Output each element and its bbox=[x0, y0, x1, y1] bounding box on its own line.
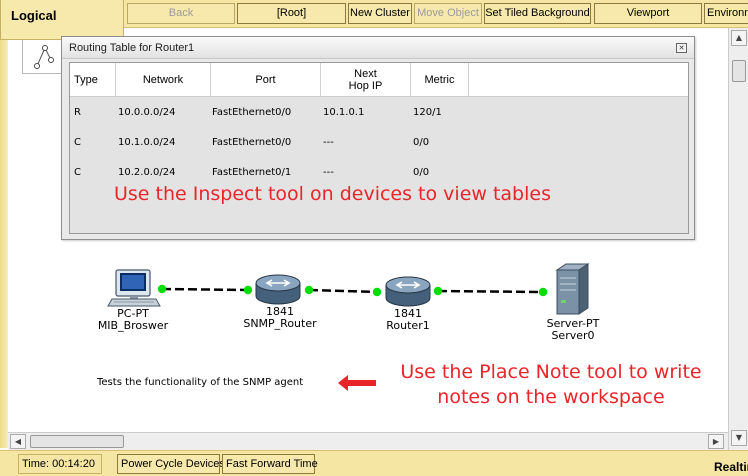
cell-type: C bbox=[74, 167, 81, 178]
bottom-toolbar: Time: 00:14:20 Power Cycle Devices Fast … bbox=[0, 450, 748, 476]
device-label-server: Server-PT Server0 bbox=[538, 318, 608, 342]
red-arrow-icon bbox=[338, 375, 376, 391]
table-body: R 10.0.0.0/24 FastEthernet0/0 10.1.0.1 1… bbox=[70, 97, 688, 233]
cell-port: FastEthernet0/0 bbox=[212, 137, 292, 148]
window-titlebar[interactable]: Routing Table for Router1 ✕ bbox=[62, 37, 694, 59]
column-header-metric[interactable]: Metric bbox=[411, 63, 469, 97]
scroll-down-arrow-icon[interactable]: ▼ bbox=[731, 430, 747, 446]
cell-next-hop: --- bbox=[323, 167, 334, 178]
table-row: C 10.1.0.0/24 FastEthernet0/0 --- 0/0 bbox=[70, 134, 688, 154]
scroll-left-arrow-icon[interactable]: ◀ bbox=[10, 434, 26, 449]
close-icon[interactable]: ✕ bbox=[676, 43, 687, 53]
window-title: Routing Table for Router1 bbox=[69, 42, 195, 54]
scroll-right-arrow-icon[interactable]: ▶ bbox=[708, 434, 724, 449]
link-pc-snmp-router bbox=[161, 287, 249, 292]
device-name: Server0 bbox=[551, 329, 595, 342]
table-header: Type Network Port Next Hop IP Metric bbox=[70, 63, 688, 97]
fast-forward-time-button[interactable]: Fast Forward Time bbox=[222, 454, 318, 474]
link-router1-server bbox=[437, 289, 544, 294]
inspect-tool-hint: Use the Inspect tool on devices to view … bbox=[114, 183, 551, 205]
port-status-light bbox=[372, 287, 382, 297]
server-icon[interactable] bbox=[555, 263, 590, 315]
vertical-scrollbar[interactable]: ▲ ▼ bbox=[728, 28, 748, 450]
vertical-scroll-thumb[interactable] bbox=[732, 60, 746, 82]
table-row: R 10.0.0.0/24 FastEthernet0/0 10.1.0.1 1… bbox=[70, 104, 688, 124]
routing-table-window[interactable]: Routing Table for Router1 ✕ Type Network… bbox=[61, 36, 695, 240]
column-header-type[interactable]: Type bbox=[70, 63, 116, 97]
device-label-pc: PC-PT MIB_Broswer bbox=[95, 308, 171, 332]
table-row: C 10.2.0.0/24 FastEthernet0/1 --- 0/0 bbox=[70, 164, 688, 184]
router-icon[interactable] bbox=[385, 276, 431, 307]
cell-port: FastEthernet0/0 bbox=[212, 107, 292, 118]
horizontal-scroll-thumb[interactable] bbox=[30, 435, 124, 448]
cell-type: C bbox=[74, 137, 81, 148]
cell-port: FastEthernet0/1 bbox=[212, 167, 292, 178]
port-status-light bbox=[433, 286, 443, 296]
column-header-port[interactable]: Port bbox=[211, 63, 321, 97]
cell-network: 10.1.0.0/24 bbox=[118, 137, 176, 148]
cell-metric: 120/1 bbox=[413, 107, 442, 118]
power-cycle-devices-button[interactable]: Power Cycle Devices bbox=[117, 454, 225, 474]
port-status-light bbox=[157, 284, 167, 294]
link-snmp-router-router1 bbox=[308, 288, 378, 294]
cell-next-hop: 10.1.0.1 bbox=[323, 107, 365, 118]
device-label-snmp-router: 1841 SNMP_Router bbox=[240, 306, 320, 330]
place-note-hint: Use the Place Note tool to write notes o… bbox=[400, 361, 702, 408]
realtime-mode-tab[interactable]: Realtime bbox=[714, 460, 748, 474]
pc-icon[interactable] bbox=[107, 269, 161, 307]
scroll-up-arrow-icon[interactable]: ▲ bbox=[731, 30, 747, 46]
port-status-light bbox=[243, 285, 253, 295]
cell-metric: 0/0 bbox=[413, 167, 430, 178]
column-header-network[interactable]: Network bbox=[116, 63, 211, 97]
device-name: MIB_Broswer bbox=[97, 319, 169, 332]
cell-type: R bbox=[74, 107, 81, 118]
device-name: SNMP_Router bbox=[243, 317, 317, 330]
cell-network: 10.2.0.0/24 bbox=[118, 167, 176, 178]
port-status-light bbox=[304, 285, 314, 295]
routing-table: Type Network Port Next Hop IP Metric R 1… bbox=[69, 62, 689, 234]
port-status-light bbox=[538, 287, 548, 297]
workspace-note[interactable]: Tests the functionality of the SNMP agen… bbox=[97, 377, 303, 388]
time-display: Time: 00:14:20 bbox=[18, 454, 102, 474]
device-name: Router1 bbox=[386, 319, 430, 332]
device-label-router1: 1841 Router1 bbox=[376, 308, 440, 332]
cell-metric: 0/0 bbox=[413, 137, 430, 148]
router-icon[interactable] bbox=[255, 274, 301, 305]
horizontal-scrollbar[interactable]: ◀ ▶ bbox=[8, 432, 728, 450]
cell-network: 10.0.0.0/24 bbox=[118, 107, 176, 118]
cell-next-hop: --- bbox=[323, 137, 334, 148]
column-header-next-hop[interactable]: Next Hop IP bbox=[321, 63, 411, 97]
